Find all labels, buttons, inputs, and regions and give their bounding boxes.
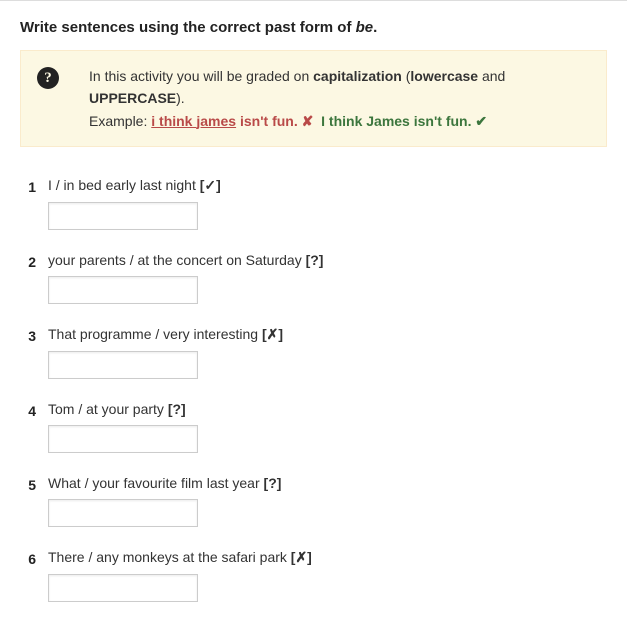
question-number: 1 xyxy=(20,177,48,195)
question-prompt: That programme / very interesting [✗] xyxy=(48,326,607,343)
prompt-text: your parents / at the concert on Saturda… xyxy=(48,252,306,268)
hint-text: and xyxy=(478,68,505,84)
answer-input[interactable] xyxy=(48,276,198,304)
hint-text: In this activity you will be graded on xyxy=(89,68,313,84)
question-body: Tom / at your party [?] xyxy=(48,401,607,467)
exercise-title: Write sentences using the correct past f… xyxy=(20,19,607,36)
hint-bold-lowercase: lowercase xyxy=(410,68,478,84)
question-item: 3 That programme / very interesting [✗] xyxy=(20,326,607,393)
cross-icon: ✘ xyxy=(302,113,314,129)
question-body: your parents / at the concert on Saturda… xyxy=(48,252,607,318)
answer-input[interactable] xyxy=(48,425,198,453)
prompt-tag: [✓] xyxy=(200,177,221,193)
example-wrong-text: isn't fun. xyxy=(236,113,298,129)
prompt-tag: [?] xyxy=(264,475,282,491)
prompt-tag: [✗] xyxy=(291,549,312,565)
question-number: 6 xyxy=(20,549,48,567)
answer-input[interactable] xyxy=(48,351,198,379)
prompt-text: What / your favourite film last year xyxy=(48,475,264,491)
prompt-text: That programme / very interesting xyxy=(48,326,262,342)
hint-bold-capitalization: capitalization xyxy=(313,68,402,84)
title-em: be xyxy=(356,19,374,36)
hint-box: ? In this activity you will be graded on… xyxy=(20,50,607,147)
question-prompt: I / in bed early last night [✓] xyxy=(48,177,607,194)
title-text: Write sentences using the correct past f… xyxy=(20,19,356,36)
exercise-page: Write sentences using the correct past f… xyxy=(0,0,627,644)
title-suffix: . xyxy=(373,19,377,36)
prompt-text: There / any monkeys at the safari park xyxy=(48,549,291,565)
prompt-text: Tom / at your party xyxy=(48,401,168,417)
example-label: Example: xyxy=(89,113,151,129)
question-number: 2 xyxy=(20,252,48,270)
answer-input[interactable] xyxy=(48,499,198,527)
hint-text: ). xyxy=(176,90,185,106)
prompt-tag: [?] xyxy=(306,252,324,268)
hint-bold-uppercase: UPPERCASE xyxy=(89,90,176,106)
question-number: 4 xyxy=(20,401,48,419)
example-wrong-text: i think xyxy=(151,113,196,129)
question-body: That programme / very interesting [✗] xyxy=(48,326,607,393)
help-icon: ? xyxy=(37,67,59,89)
question-body: What / your favourite film last year [?] xyxy=(48,475,607,541)
answer-input[interactable] xyxy=(48,202,198,230)
question-list: 1 I / in bed early last night [✓] 2 your… xyxy=(20,177,607,616)
question-item: 2 your parents / at the concert on Satur… xyxy=(20,252,607,318)
question-item: 1 I / in bed early last night [✓] xyxy=(20,177,607,244)
answer-input[interactable] xyxy=(48,574,198,602)
question-body: There / any monkeys at the safari park [… xyxy=(48,549,607,616)
question-prompt: Tom / at your party [?] xyxy=(48,401,607,417)
check-icon: ✔ xyxy=(475,113,487,129)
question-prompt: There / any monkeys at the safari park [… xyxy=(48,549,607,566)
question-number: 3 xyxy=(20,326,48,344)
question-prompt: your parents / at the concert on Saturda… xyxy=(48,252,607,268)
question-number: 5 xyxy=(20,475,48,493)
question-item: 6 There / any monkeys at the safari park… xyxy=(20,549,607,616)
example-right-text: I think James isn't fun. xyxy=(321,113,471,129)
prompt-text: I / in bed early last night xyxy=(48,177,200,193)
example-wrong-text: james xyxy=(196,113,236,129)
hint-body: In this activity you will be graded on c… xyxy=(89,65,590,132)
question-prompt: What / your favourite film last year [?] xyxy=(48,475,607,491)
question-item: 5 What / your favourite film last year [… xyxy=(20,475,607,541)
question-body: I / in bed early last night [✓] xyxy=(48,177,607,244)
question-item: 4 Tom / at your party [?] xyxy=(20,401,607,467)
prompt-tag: [✗] xyxy=(262,326,283,342)
prompt-tag: [?] xyxy=(168,401,186,417)
